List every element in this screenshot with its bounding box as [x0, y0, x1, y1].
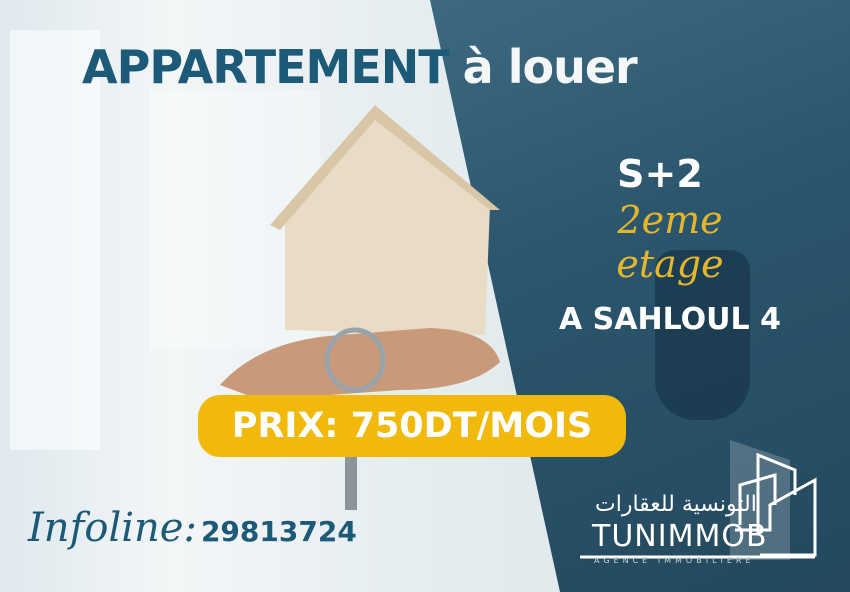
- key-icon: [345, 455, 357, 510]
- brand-arabic: التونسية للعقارات: [595, 492, 757, 517]
- headline-type: APPARTEMENT: [82, 40, 450, 94]
- infoline-label: Infoline:: [28, 505, 197, 551]
- phone-number: 29813724: [200, 515, 357, 548]
- headline: APPARTEMENT à louer: [82, 40, 638, 94]
- location-label: A SAHLOUL 4: [559, 302, 781, 337]
- brand-name: TUNIMMOB: [592, 519, 768, 554]
- house-key-illustration: [220, 105, 500, 510]
- apartment-type: S+2: [617, 152, 703, 196]
- brand-tagline: AGENCE IMMOBILIERE: [594, 556, 755, 565]
- contact-info: Infoline: 29813724: [28, 505, 357, 551]
- price-badge: PRIX: 750DT/MOIS: [198, 395, 626, 457]
- floor-label: 2eme etage: [616, 198, 724, 286]
- headline-action: à louer: [462, 40, 638, 94]
- real-estate-ad: APPARTEMENT à louer S+2 2eme etage A SAHL…: [0, 0, 850, 592]
- wooden-house-icon: [285, 110, 490, 335]
